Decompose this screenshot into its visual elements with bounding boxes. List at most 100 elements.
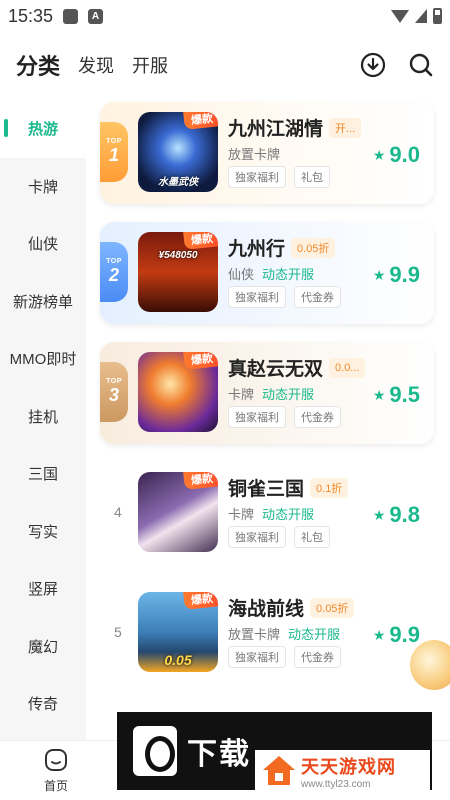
thumbnail-caption: 水墨武侠 xyxy=(158,177,198,188)
rank-number: 5 xyxy=(114,624,122,640)
home-icon xyxy=(45,749,67,771)
tab-server[interactable]: 开服 xyxy=(132,52,168,78)
sidebar-item-hot[interactable]: 热游 xyxy=(0,100,86,158)
tag-exclusive: 独家福利 xyxy=(228,646,286,668)
sidebar-item-xianxia[interactable]: 仙侠 xyxy=(0,215,86,273)
game-card[interactable]: TOP 2 爆款 ¥548050 九州行 0.05折 仙侠 动态开服 独家福利 代… xyxy=(100,222,434,324)
game-name[interactable]: 海战前线 xyxy=(228,594,304,621)
battery-icon xyxy=(433,8,442,24)
game-score: ★ 9.5 xyxy=(373,382,420,408)
score-value: 9.0 xyxy=(389,142,420,167)
wifi-icon xyxy=(391,9,409,23)
game-score: ★ 9.8 xyxy=(373,502,420,528)
game-name[interactable]: 九州江湖情 xyxy=(228,114,323,141)
search-icon[interactable] xyxy=(408,52,434,78)
status-right xyxy=(391,8,442,24)
sidebar-item-fantasy[interactable]: 魔幻 xyxy=(0,618,86,676)
game-card[interactable]: 5 爆款 0.05 海战前线 0.05折 放置卡牌 动态开服 独家福利 代金券 ★… xyxy=(100,582,434,684)
game-meta: 卡牌 动态开服 xyxy=(228,384,314,403)
game-thumbnail[interactable]: 爆款 0.05 xyxy=(138,592,218,672)
dynamic-server: 动态开服 xyxy=(262,507,315,522)
watermark-text: 下载 xyxy=(187,738,251,771)
sidebar-item-card[interactable]: 卡牌 xyxy=(0,158,86,216)
game-meta: 放置卡牌 xyxy=(228,144,280,163)
hot-badge: 爆款 xyxy=(183,112,218,130)
sidebar-item-new-ranking[interactable]: 新游榜单 xyxy=(0,273,86,331)
rank-number: 2 xyxy=(108,265,119,285)
game-meta: 仙侠 动态开服 xyxy=(228,264,314,283)
rank-badge: TOP 3 xyxy=(100,362,128,422)
game-thumbnail[interactable]: 爆款 ¥548050 xyxy=(138,232,218,312)
sidebar-item-vertical[interactable]: 竖屏 xyxy=(0,560,86,618)
game-list: TOP 1 爆款 水墨武侠 九州江湖情 开... 放置卡牌 独家福利 礼包 ★ … xyxy=(100,100,436,700)
game-thumbnail[interactable]: 爆款 xyxy=(138,352,218,432)
game-name[interactable]: 真赵云无双 xyxy=(228,354,323,381)
title-line: 九州江湖情 开... xyxy=(228,114,362,141)
game-thumbnail[interactable]: 爆款 水墨武侠 xyxy=(138,112,218,192)
game-card[interactable]: TOP 3 爆款 真赵云无双 0.0... 卡牌 动态开服 独家福利 代金券 ★ … xyxy=(100,342,434,444)
tab-discover[interactable]: 发现 xyxy=(78,52,114,78)
game-category: 卡牌 xyxy=(228,387,255,402)
game-category: 放置卡牌 xyxy=(228,627,281,642)
hot-badge: 爆款 xyxy=(183,592,218,610)
tag-exclusive: 独家福利 xyxy=(228,406,286,428)
sidebar-item-realistic[interactable]: 写实 xyxy=(0,503,86,561)
tag-gift: 礼包 xyxy=(294,526,330,548)
discount-badge: 0.05折 xyxy=(310,597,355,618)
game-tags: 独家福利 代金券 xyxy=(228,646,341,668)
game-row-3[interactable]: TOP 3 爆款 真赵云无双 0.0... 卡牌 动态开服 独家福利 代金券 ★ … xyxy=(100,340,436,460)
sidebar-item-mmo[interactable]: MMO即时 xyxy=(0,330,86,388)
category-sidebar: 热游 卡牌 仙侠 新游榜单 MMO即时 挂机 三国 写实 竖屏 魔幻 传奇 xyxy=(0,100,86,740)
rank-top-label: TOP xyxy=(106,138,122,145)
game-row-2[interactable]: TOP 2 爆款 ¥548050 九州行 0.05折 仙侠 动态开服 独家福利 代… xyxy=(100,220,436,340)
rank-number: 3 xyxy=(108,385,119,405)
rank-number: 1 xyxy=(108,145,119,165)
sidebar-item-idle[interactable]: 挂机 xyxy=(0,388,86,446)
game-name[interactable]: 铜雀三国 xyxy=(228,474,304,501)
floating-gift-icon[interactable] xyxy=(410,640,450,690)
game-row-4[interactable]: 4 爆款 铜雀三国 0.1折 卡牌 动态开服 独家福利 礼包 ★ 9.8 xyxy=(100,460,436,580)
header-actions xyxy=(360,52,450,78)
site-watermark-text: 天天游戏网 www.ttyl23.com xyxy=(301,753,396,790)
score-value: 9.9 xyxy=(389,622,420,647)
game-name[interactable]: 九州行 xyxy=(228,234,285,261)
game-card[interactable]: 4 爆款 铜雀三国 0.1折 卡牌 动态开服 独家福利 礼包 ★ 9.8 xyxy=(100,462,434,564)
tag-exclusive: 独家福利 xyxy=(228,286,286,308)
tab-category[interactable]: 分类 xyxy=(16,49,60,81)
game-row-5[interactable]: 5 爆款 0.05 海战前线 0.05折 放置卡牌 动态开服 独家福利 代金券 ★… xyxy=(100,580,436,700)
nav-home[interactable]: 首页 xyxy=(36,747,76,794)
hot-badge: 爆款 xyxy=(183,472,218,490)
house-logo-icon xyxy=(263,756,295,786)
thumbnail-caption: ¥548050 xyxy=(158,250,198,261)
game-category: 卡牌 xyxy=(228,507,255,522)
header: 分类 发现 开服 xyxy=(0,40,450,90)
star-icon: ★ xyxy=(372,626,386,643)
game-tags: 独家福利 礼包 xyxy=(228,526,330,548)
tag-voucher: 代金券 xyxy=(294,646,341,668)
game-meta: 放置卡牌 动态开服 xyxy=(228,624,340,643)
thumbnail-caption: 0.05 xyxy=(164,652,192,668)
rank-top-label: TOP xyxy=(106,378,122,385)
score-value: 9.5 xyxy=(389,382,420,407)
game-row-1[interactable]: TOP 1 爆款 水墨武侠 九州江湖情 开... 放置卡牌 独家福利 礼包 ★ … xyxy=(100,100,436,220)
download-icon[interactable] xyxy=(360,52,386,78)
score-value: 9.9 xyxy=(389,262,420,287)
shield-icon xyxy=(63,8,79,24)
sidebar-item-legend[interactable]: 传奇 xyxy=(0,675,86,733)
tag-voucher: 代金券 xyxy=(294,406,341,428)
rank-top-label: TOP xyxy=(106,258,122,265)
discount-badge: 0.1折 xyxy=(310,477,349,498)
rank-badge: TOP 2 xyxy=(100,242,128,302)
nav-home-label: 首页 xyxy=(43,779,68,793)
game-thumbnail[interactable]: 爆款 xyxy=(138,472,218,552)
tag-exclusive: 独家福利 xyxy=(228,166,286,188)
dynamic-server: 动态开服 xyxy=(262,267,315,282)
star-icon: ★ xyxy=(372,266,386,283)
cell-signal-icon xyxy=(415,9,427,23)
status-time: 15:35 xyxy=(8,5,54,26)
status-bar: 15:35 A xyxy=(0,0,450,32)
a-notification-icon: A xyxy=(88,8,104,24)
title-line: 真赵云无双 0.0... xyxy=(228,354,366,381)
sidebar-item-three-kingdoms[interactable]: 三国 xyxy=(0,445,86,503)
game-card[interactable]: TOP 1 爆款 水墨武侠 九州江湖情 开... 放置卡牌 独家福利 礼包 ★ … xyxy=(100,102,434,204)
